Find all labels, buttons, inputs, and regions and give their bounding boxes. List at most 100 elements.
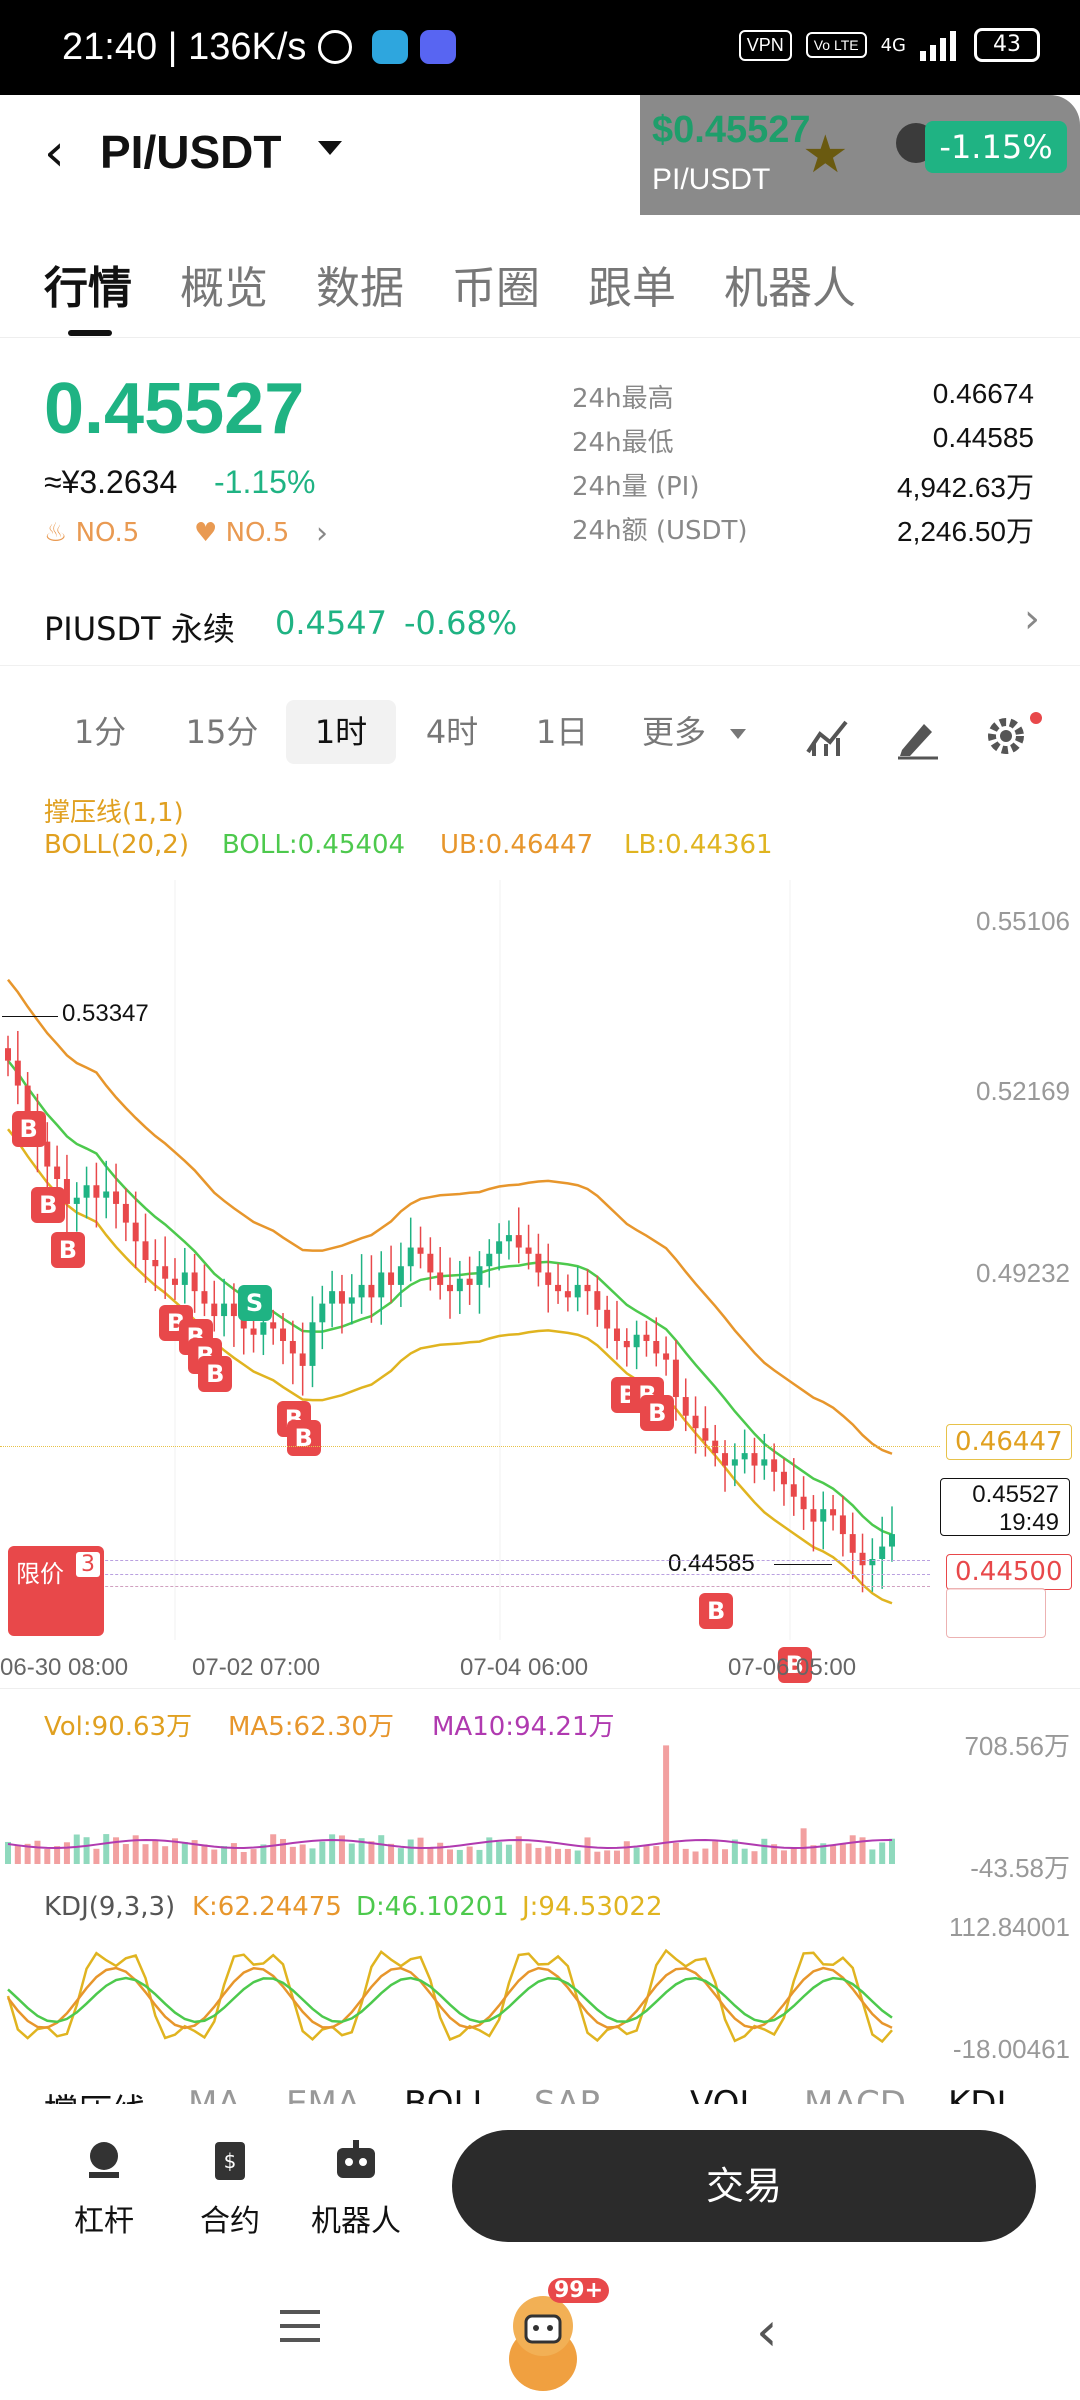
volume-bar xyxy=(122,1844,129,1864)
leverage-icon xyxy=(89,2142,119,2178)
candle-body xyxy=(564,1291,571,1298)
candle-body xyxy=(329,1291,336,1304)
candle-body xyxy=(44,1141,51,1167)
candle-body xyxy=(810,1509,817,1522)
volume-bar xyxy=(653,1846,660,1864)
contract-button[interactable]: $ 合约 xyxy=(180,2138,280,2240)
buy-marker[interactable]: B xyxy=(640,1395,675,1432)
interval-more[interactable]: 更多 xyxy=(632,700,716,764)
ub-price-tag: 0.46447 xyxy=(946,1424,1072,1460)
candle-body xyxy=(505,1235,512,1242)
volume-bar xyxy=(780,1850,787,1864)
mascot-icon[interactable]: 99+ xyxy=(498,2278,610,2394)
candle-body xyxy=(103,1191,110,1198)
pair-title[interactable]: PI/USDT xyxy=(100,125,281,179)
chevron-right-icon[interactable]: › xyxy=(316,516,328,551)
limit-order-badge[interactable]: 限价 3 xyxy=(8,1546,104,1636)
volume-bar xyxy=(555,1848,562,1864)
interval-1d[interactable]: 1日 xyxy=(520,700,604,764)
candlestick-chart[interactable] xyxy=(0,880,1080,1640)
candle-body xyxy=(260,1322,267,1335)
trade-button[interactable]: 交易 xyxy=(452,2130,1036,2242)
buy-marker[interactable]: B xyxy=(198,1356,233,1393)
menu-icon[interactable] xyxy=(280,2306,324,2350)
stat-value: 2,246.50万 xyxy=(897,516,1034,547)
candle-body xyxy=(113,1191,120,1204)
mini-symbol: PI/USDT xyxy=(652,163,771,196)
kdj-k-value: K:62.24475 xyxy=(192,1892,342,1922)
candle-body xyxy=(613,1328,620,1341)
volume-bar xyxy=(574,1850,581,1864)
volume-chart[interactable] xyxy=(0,1740,1080,1872)
candle-body xyxy=(427,1253,434,1273)
vol-ma10-label: MA10:94.21万 xyxy=(432,1712,615,1742)
chevron-down-icon[interactable] xyxy=(318,141,342,155)
volume-bar xyxy=(800,1828,807,1864)
volume-bar xyxy=(889,1838,895,1864)
candle-body xyxy=(466,1278,473,1285)
indicator-icon[interactable] xyxy=(804,712,852,760)
bot-button[interactable]: 机器人 xyxy=(306,2138,406,2240)
kdj-chart[interactable] xyxy=(0,1926,1080,2066)
stat-label: 24h最高 xyxy=(572,384,674,414)
gear-icon[interactable] xyxy=(982,712,1030,760)
perpetual-row[interactable]: PIUSDT 永续 0.4547 -0.68% › xyxy=(0,586,1080,666)
interval-1m[interactable]: 1分 xyxy=(58,700,142,764)
buy-marker[interactable]: B xyxy=(11,1110,46,1147)
buy-marker[interactable]: B xyxy=(286,1419,321,1456)
interval-4h[interactable]: 4时 xyxy=(410,700,494,764)
sell-marker[interactable]: S xyxy=(237,1284,272,1321)
kdj-j-line xyxy=(6,1948,893,2044)
candle-body xyxy=(731,1459,738,1466)
candle-body xyxy=(722,1453,729,1466)
volume-bar xyxy=(83,1837,90,1864)
x-tick-label: 07-04 06:00 xyxy=(460,1654,589,1681)
volume-bar xyxy=(849,1835,856,1864)
candle-body xyxy=(476,1266,483,1285)
caret-down-icon[interactable] xyxy=(730,729,746,739)
leverage-button[interactable]: 杠杆 xyxy=(54,2138,154,2240)
candle-body xyxy=(555,1284,562,1292)
draw-pen-icon[interactable] xyxy=(894,712,942,760)
x-tick-label: 06-30 08:00 xyxy=(0,1654,129,1681)
candle-body xyxy=(142,1241,149,1260)
main-tabs: 行情 概览 数据 币圈 跟单 机器人 xyxy=(0,238,1080,338)
buy-marker[interactable]: B xyxy=(50,1231,85,1268)
floating-price-card[interactable]: $0.45527 PI/USDT ★ -1.15% xyxy=(640,95,1080,215)
tab-copy-trade[interactable]: 跟单 xyxy=(588,252,676,316)
candle-body xyxy=(515,1235,522,1248)
tab-data[interactable]: 数据 xyxy=(316,252,404,316)
tab-market[interactable]: 行情 xyxy=(44,252,132,316)
buy-marker[interactable]: B xyxy=(31,1186,66,1223)
interval-15m[interactable]: 15分 xyxy=(172,700,272,764)
interval-1h[interactable]: 1时 xyxy=(286,700,396,764)
tab-overview[interactable]: 概览 xyxy=(180,252,268,316)
back-arrow-icon[interactable]: ‹ xyxy=(44,127,65,179)
telegram-icon xyxy=(372,30,408,64)
volume-bar xyxy=(623,1841,630,1864)
candle-body xyxy=(221,1303,228,1317)
candle-body xyxy=(319,1303,326,1323)
tab-community[interactable]: 币圈 xyxy=(452,252,540,316)
tab-bot[interactable]: 机器人 xyxy=(724,252,856,316)
volume-bar xyxy=(368,1841,375,1864)
star-icon[interactable]: ★ xyxy=(802,125,849,185)
back-nav-icon[interactable]: ‹ xyxy=(756,2300,778,2363)
y-tick-label: 0.55106 xyxy=(976,906,1070,936)
volume-bar xyxy=(329,1834,336,1864)
boll-mid-value: BOLL:0.45404 xyxy=(222,830,406,860)
notification-badge: 99+ xyxy=(548,2278,610,2303)
rank-fav[interactable]: ♥ NO.5 xyxy=(194,518,289,548)
volume-bar xyxy=(378,1835,385,1864)
volume-bar xyxy=(93,1848,100,1864)
buy-marker[interactable]: B xyxy=(699,1593,734,1630)
rank-hot[interactable]: ♨ NO.5 xyxy=(44,518,139,548)
candle-body xyxy=(5,1048,11,1061)
candle-body xyxy=(771,1459,778,1472)
network-label: 4G xyxy=(880,34,906,56)
volume-bar xyxy=(584,1837,591,1864)
volume-bar xyxy=(437,1842,444,1864)
candle-body xyxy=(486,1253,493,1267)
volume-bar xyxy=(240,1851,247,1864)
candle-body xyxy=(525,1247,532,1254)
